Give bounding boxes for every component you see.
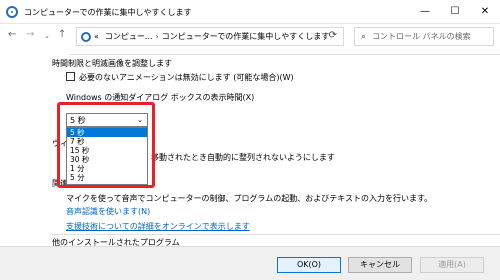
speech-recognition-link[interactable]: 音声認識を使います(N) bbox=[66, 206, 150, 217]
recent-locations-chevron-icon[interactable]: ⌄ bbox=[44, 32, 50, 40]
search-input[interactable]: ⌕ コントロール パネルの検索 bbox=[354, 27, 494, 46]
notification-duration-label: Windows の通知ダイアログ ボックスの表示時間(X) bbox=[66, 93, 255, 102]
search-placeholder: コントロール パネルの検索 bbox=[372, 32, 471, 41]
option-5-min[interactable]: 5 分 bbox=[67, 173, 147, 182]
address-bar: ← → ⌄ ↑ « コンピュー... › コンピューターでの作業に集中しやすくし… bbox=[0, 24, 500, 50]
breadcrumb-item-ease-of-access[interactable]: コンピュー... bbox=[105, 31, 153, 42]
minimize-button[interactable]: — bbox=[410, 0, 440, 23]
assistive-technology-link[interactable]: 支援技術についての詳細をオンラインで表示します bbox=[66, 221, 250, 232]
option-1-min[interactable]: 1 分 bbox=[67, 164, 147, 173]
chevron-down-icon[interactable]: ⌄ bbox=[137, 116, 143, 124]
button-bar: OK(O) キャンセル 適用(A) bbox=[0, 246, 500, 280]
notification-duration-options: 5 秒 7 秒 15 秒 30 秒 1 分 5 分 bbox=[66, 127, 148, 185]
option-7-sec[interactable]: 7 秒 bbox=[67, 137, 147, 146]
cancel-button[interactable]: キャンセル bbox=[348, 257, 412, 273]
breadcrumb-separator-icon: › bbox=[155, 32, 159, 41]
title-bar: コンピューターでの作業に集中しやすくします — ☐ ✕ bbox=[0, 0, 500, 24]
divider bbox=[70, 54, 500, 55]
up-arrow-icon[interactable]: ↑ bbox=[58, 29, 66, 40]
animation-checkbox[interactable] bbox=[66, 72, 75, 81]
search-icon: ⌕ bbox=[361, 31, 367, 42]
section-heading-time-limits: 時間制限と明滅画像を調整します bbox=[52, 59, 172, 68]
breadcrumb-overflow[interactable]: « bbox=[94, 32, 99, 41]
speech-description: マイクを使って音声でコンピューターの制御、プログラムの起動、およびテキストの入力… bbox=[66, 194, 433, 203]
window-title: コンピューターでの作業に集中しやすくします bbox=[24, 8, 192, 17]
ease-of-access-icon bbox=[6, 6, 18, 18]
maximize-button[interactable]: ☐ bbox=[440, 0, 470, 23]
option-30-sec[interactable]: 30 秒 bbox=[67, 155, 147, 164]
option-5-sec[interactable]: 5 秒 bbox=[67, 128, 147, 137]
address-dropdown-icon[interactable]: ⌄ bbox=[315, 32, 321, 40]
forward-arrow-icon[interactable]: → bbox=[26, 29, 34, 40]
close-button[interactable]: ✕ bbox=[470, 0, 500, 23]
ok-button[interactable]: OK(O) bbox=[277, 257, 341, 273]
back-arrow-icon[interactable]: ← bbox=[8, 29, 16, 40]
select-value: 5 秒 bbox=[70, 115, 86, 125]
divider bbox=[52, 234, 500, 235]
notification-duration-select[interactable]: 5 秒 ⌄ bbox=[66, 113, 148, 127]
breadcrumb-item-current[interactable]: コンピューターでの作業に集中しやすくします bbox=[162, 31, 329, 42]
refresh-icon[interactable]: ⟳ bbox=[329, 30, 337, 41]
auto-arrange-label[interactable]: 移動されたとき自動的に整列されないようにします bbox=[151, 152, 335, 163]
control-panel-icon bbox=[81, 31, 91, 42]
option-15-sec[interactable]: 15 秒 bbox=[67, 146, 147, 155]
animation-checkbox-label[interactable]: 必要のないアニメーションは無効にします (可能な場合)(W) bbox=[79, 72, 294, 83]
breadcrumb[interactable]: « コンピュー... › コンピューターでの作業に集中しやすくします ⌄ ⟳ bbox=[76, 27, 344, 46]
apply-button[interactable]: 適用(A) bbox=[420, 257, 484, 273]
